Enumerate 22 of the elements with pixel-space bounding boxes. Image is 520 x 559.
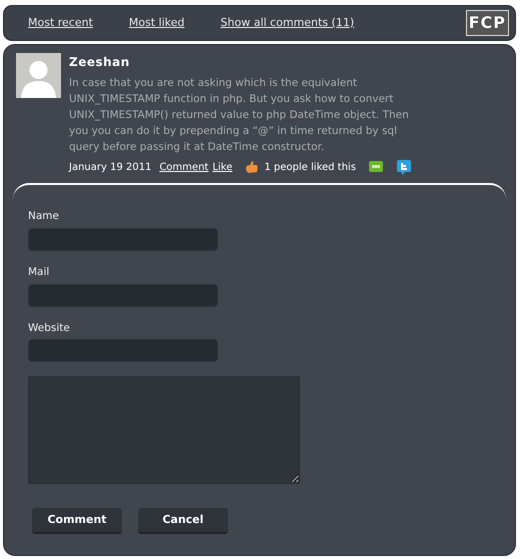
action-link[interactable]: Comment — [159, 160, 208, 174]
input-field[interactable] — [28, 228, 218, 251]
twitter-icon[interactable] — [396, 159, 412, 175]
comment-date: January 19 2011 — [69, 160, 152, 174]
nav-link[interactable]: Most recent — [28, 14, 93, 32]
input-field[interactable] — [28, 339, 218, 362]
logo: FCP — [466, 10, 509, 36]
comment-text: In case that you are not asking which is the equivalent UNIX_TIMESTAMP function in php. But you ask how to convert UNIX_TIMESTAMP() returned value to php DateTime object. Then you you can do it by prepending a “@” in time returned by sql query before passing it at DateTime constructor. — [69, 76, 409, 155]
share-icon[interactable] — [368, 159, 384, 175]
like-count: 1 people liked this — [264, 160, 356, 174]
nav-link[interactable]: Show all comments (11) — [220, 14, 354, 32]
field-label: Website — [28, 320, 71, 336]
author-name: Zeeshan — [69, 54, 131, 71]
form-button[interactable]: Comment — [32, 508, 122, 534]
action-link[interactable]: Like — [212, 160, 232, 174]
nav-link[interactable]: Most liked — [128, 14, 185, 32]
input-field[interactable] — [28, 284, 218, 306]
field-label: Name — [28, 209, 60, 224]
form-button[interactable]: Cancel — [138, 508, 228, 534]
comment-textarea[interactable] — [28, 376, 300, 484]
field-label: Mail — [28, 264, 50, 280]
thumbs-up-icon — [244, 159, 260, 175]
